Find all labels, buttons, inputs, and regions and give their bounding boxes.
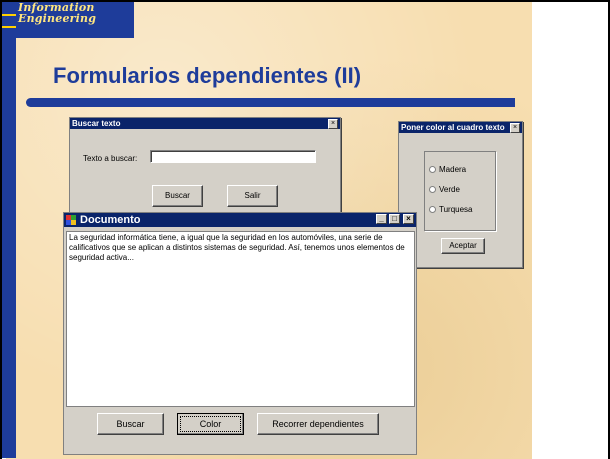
salir-button[interactable]: Salir	[227, 185, 278, 207]
recorrer-dependientes-button[interactable]: Recorrer dependientes	[257, 413, 379, 435]
documento-titlebar: Documento _ □ ×	[64, 213, 416, 227]
slide-border-left	[0, 0, 2, 459]
minimize-icon[interactable]: _	[376, 214, 387, 224]
buscar-button[interactable]: Buscar	[97, 413, 164, 435]
slide-border-top	[0, 0, 608, 2]
document-text: La seguridad informática tiene, a igual …	[69, 233, 405, 262]
radio-verde[interactable]	[429, 186, 436, 193]
radio-madera[interactable]	[429, 166, 436, 173]
color-title: Poner color al cuadro texto	[401, 123, 505, 132]
color-titlebar: Poner color al cuadro texto ×	[399, 122, 522, 133]
close-icon[interactable]: ×	[328, 119, 338, 129]
page-title: Formularios dependientes (II)	[53, 63, 362, 88]
search-input[interactable]	[150, 150, 316, 163]
buscar-button[interactable]: Buscar	[152, 185, 203, 207]
app-icon	[66, 215, 76, 225]
color-button[interactable]: Color	[177, 413, 244, 435]
document-textarea[interactable]: La seguridad informática tiene, a igual …	[66, 231, 415, 407]
radio-label-madera: Madera	[439, 165, 467, 174]
buscar-titlebar: Buscar texto ×	[70, 118, 340, 129]
logo-stripe	[2, 2, 16, 458]
logo-line	[2, 14, 16, 16]
documento-window: Documento _ □ × La seguridad informática…	[63, 212, 417, 455]
logo: Information Engineering	[18, 2, 96, 24]
logo-line2: Engineering	[18, 12, 97, 25]
title-underline	[26, 98, 515, 107]
buscar-title: Buscar texto	[72, 119, 121, 128]
close-icon[interactable]: ×	[510, 123, 520, 133]
aceptar-button[interactable]: Aceptar	[441, 238, 485, 254]
maximize-icon[interactable]: □	[389, 214, 400, 224]
close-icon[interactable]: ×	[403, 214, 414, 224]
radio-label-verde: Verde	[439, 185, 460, 194]
documento-title: Documento	[80, 214, 141, 226]
buscar-texto-window: Buscar texto × Texto a buscar: Buscar Sa…	[69, 117, 341, 219]
search-label: Texto a buscar:	[83, 154, 138, 163]
radio-label-turquesa: Turquesa	[439, 205, 473, 214]
radio-turquesa[interactable]	[429, 206, 436, 213]
logo-line	[2, 26, 16, 28]
slide: Information Engineering Formularios depe…	[0, 0, 610, 459]
